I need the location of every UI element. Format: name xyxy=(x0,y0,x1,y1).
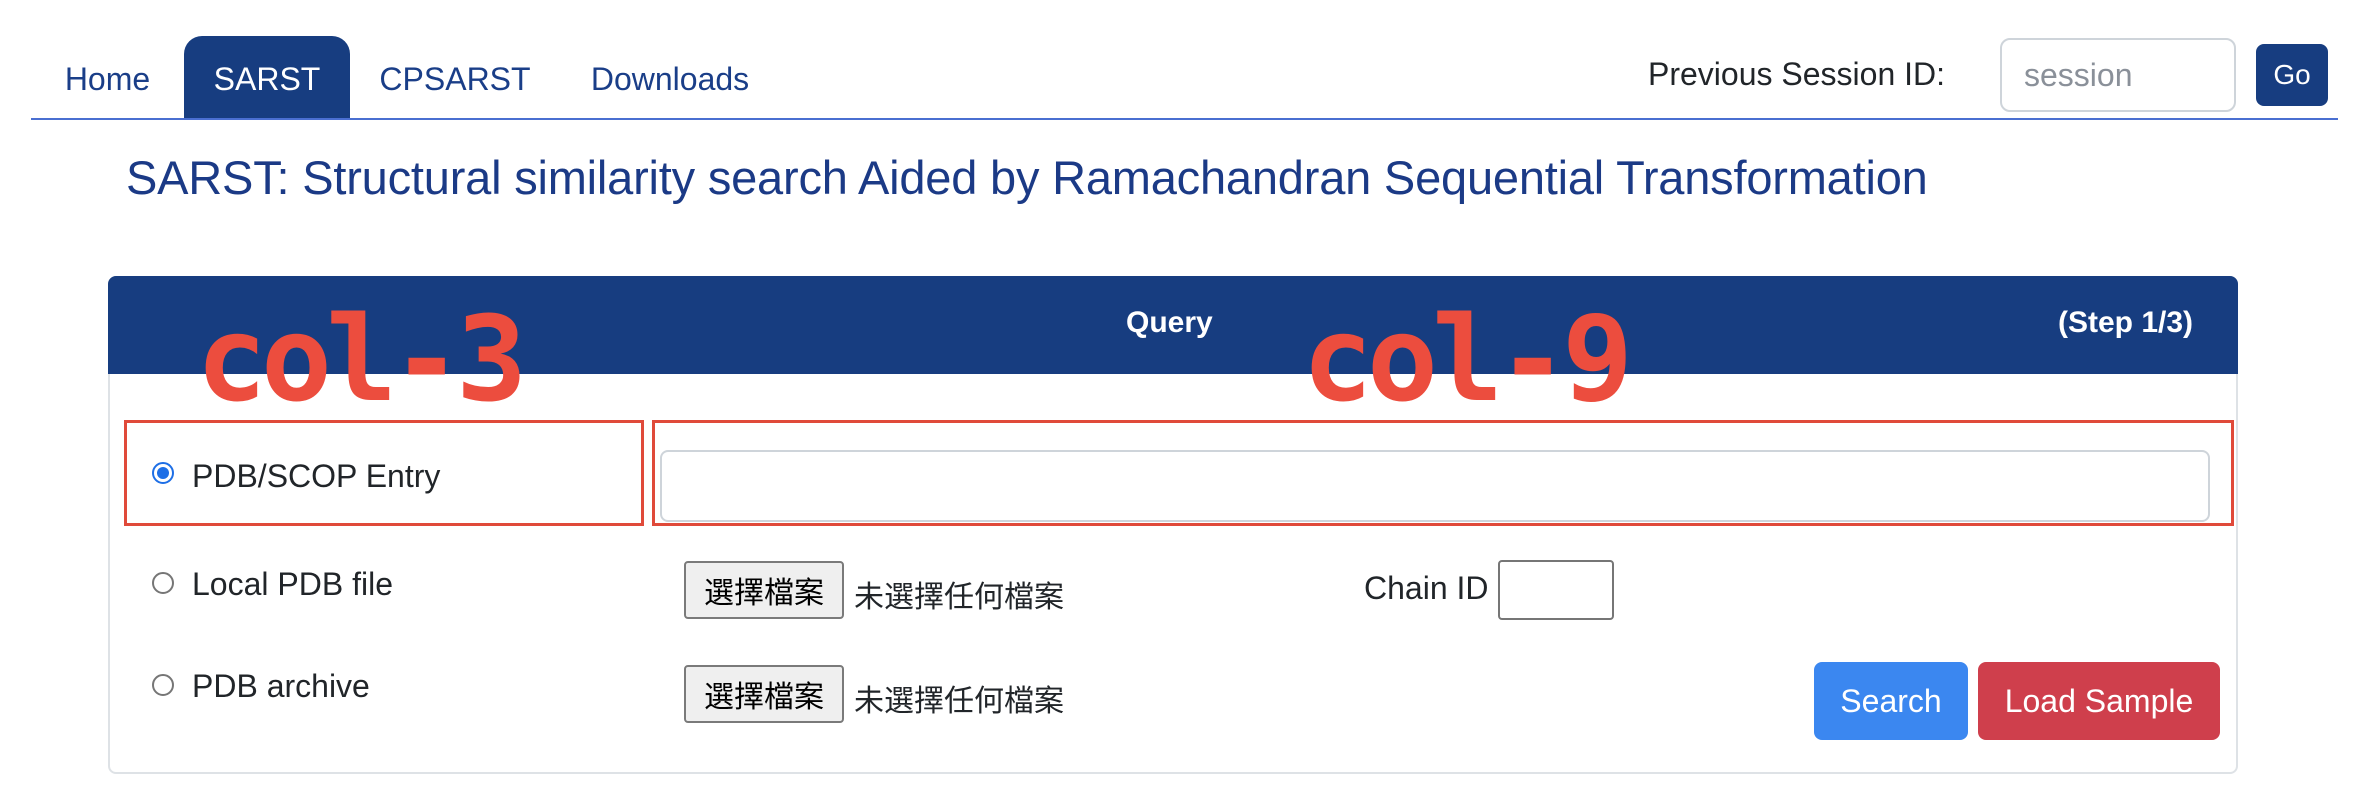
pdb-scop-entry-input[interactable] xyxy=(660,450,2210,522)
archive-file-status: 未選擇任何檔案 xyxy=(854,684,1064,719)
radio-local-pdb-file[interactable] xyxy=(152,572,174,594)
label-local-pdb-file: Local PDB file xyxy=(192,566,393,602)
chain-id-input[interactable] xyxy=(1498,560,1614,620)
load-sample-button[interactable]: Load Sample xyxy=(1978,662,2220,740)
choose-archive-button[interactable]: 選擇檔案 xyxy=(684,665,844,723)
radio-pdb-archive[interactable] xyxy=(152,674,174,696)
page-title: SARST: Structural similarity search Aide… xyxy=(126,151,1928,204)
label-pdb-archive: PDB archive xyxy=(192,668,370,704)
radio-pdb-scop-entry[interactable] xyxy=(152,462,174,484)
nav-sarst[interactable]: SARST xyxy=(184,36,350,118)
session-label: Previous Session ID: xyxy=(1648,56,1946,92)
search-button[interactable]: Search xyxy=(1814,662,1968,740)
go-button[interactable]: Go xyxy=(2256,44,2328,106)
session-input[interactable] xyxy=(2000,38,2236,112)
nav-cpsarst[interactable]: CPSARST xyxy=(370,36,540,118)
annotation-col-3: col-3 xyxy=(196,290,527,428)
chain-id-label: Chain ID xyxy=(1364,570,1489,606)
label-pdb-scop-entry: PDB/SCOP Entry xyxy=(192,458,441,494)
card-step: (Step 1/3) xyxy=(2058,306,2194,339)
nav-home[interactable]: Home xyxy=(40,36,175,118)
choose-file-button[interactable]: 選擇檔案 xyxy=(684,561,844,619)
file-status: 未選擇任何檔案 xyxy=(854,580,1064,615)
card-title: Query xyxy=(1126,306,1213,339)
annotation-col-9: col-9 xyxy=(1302,290,1633,428)
nav-downloads[interactable]: Downloads xyxy=(570,36,770,118)
